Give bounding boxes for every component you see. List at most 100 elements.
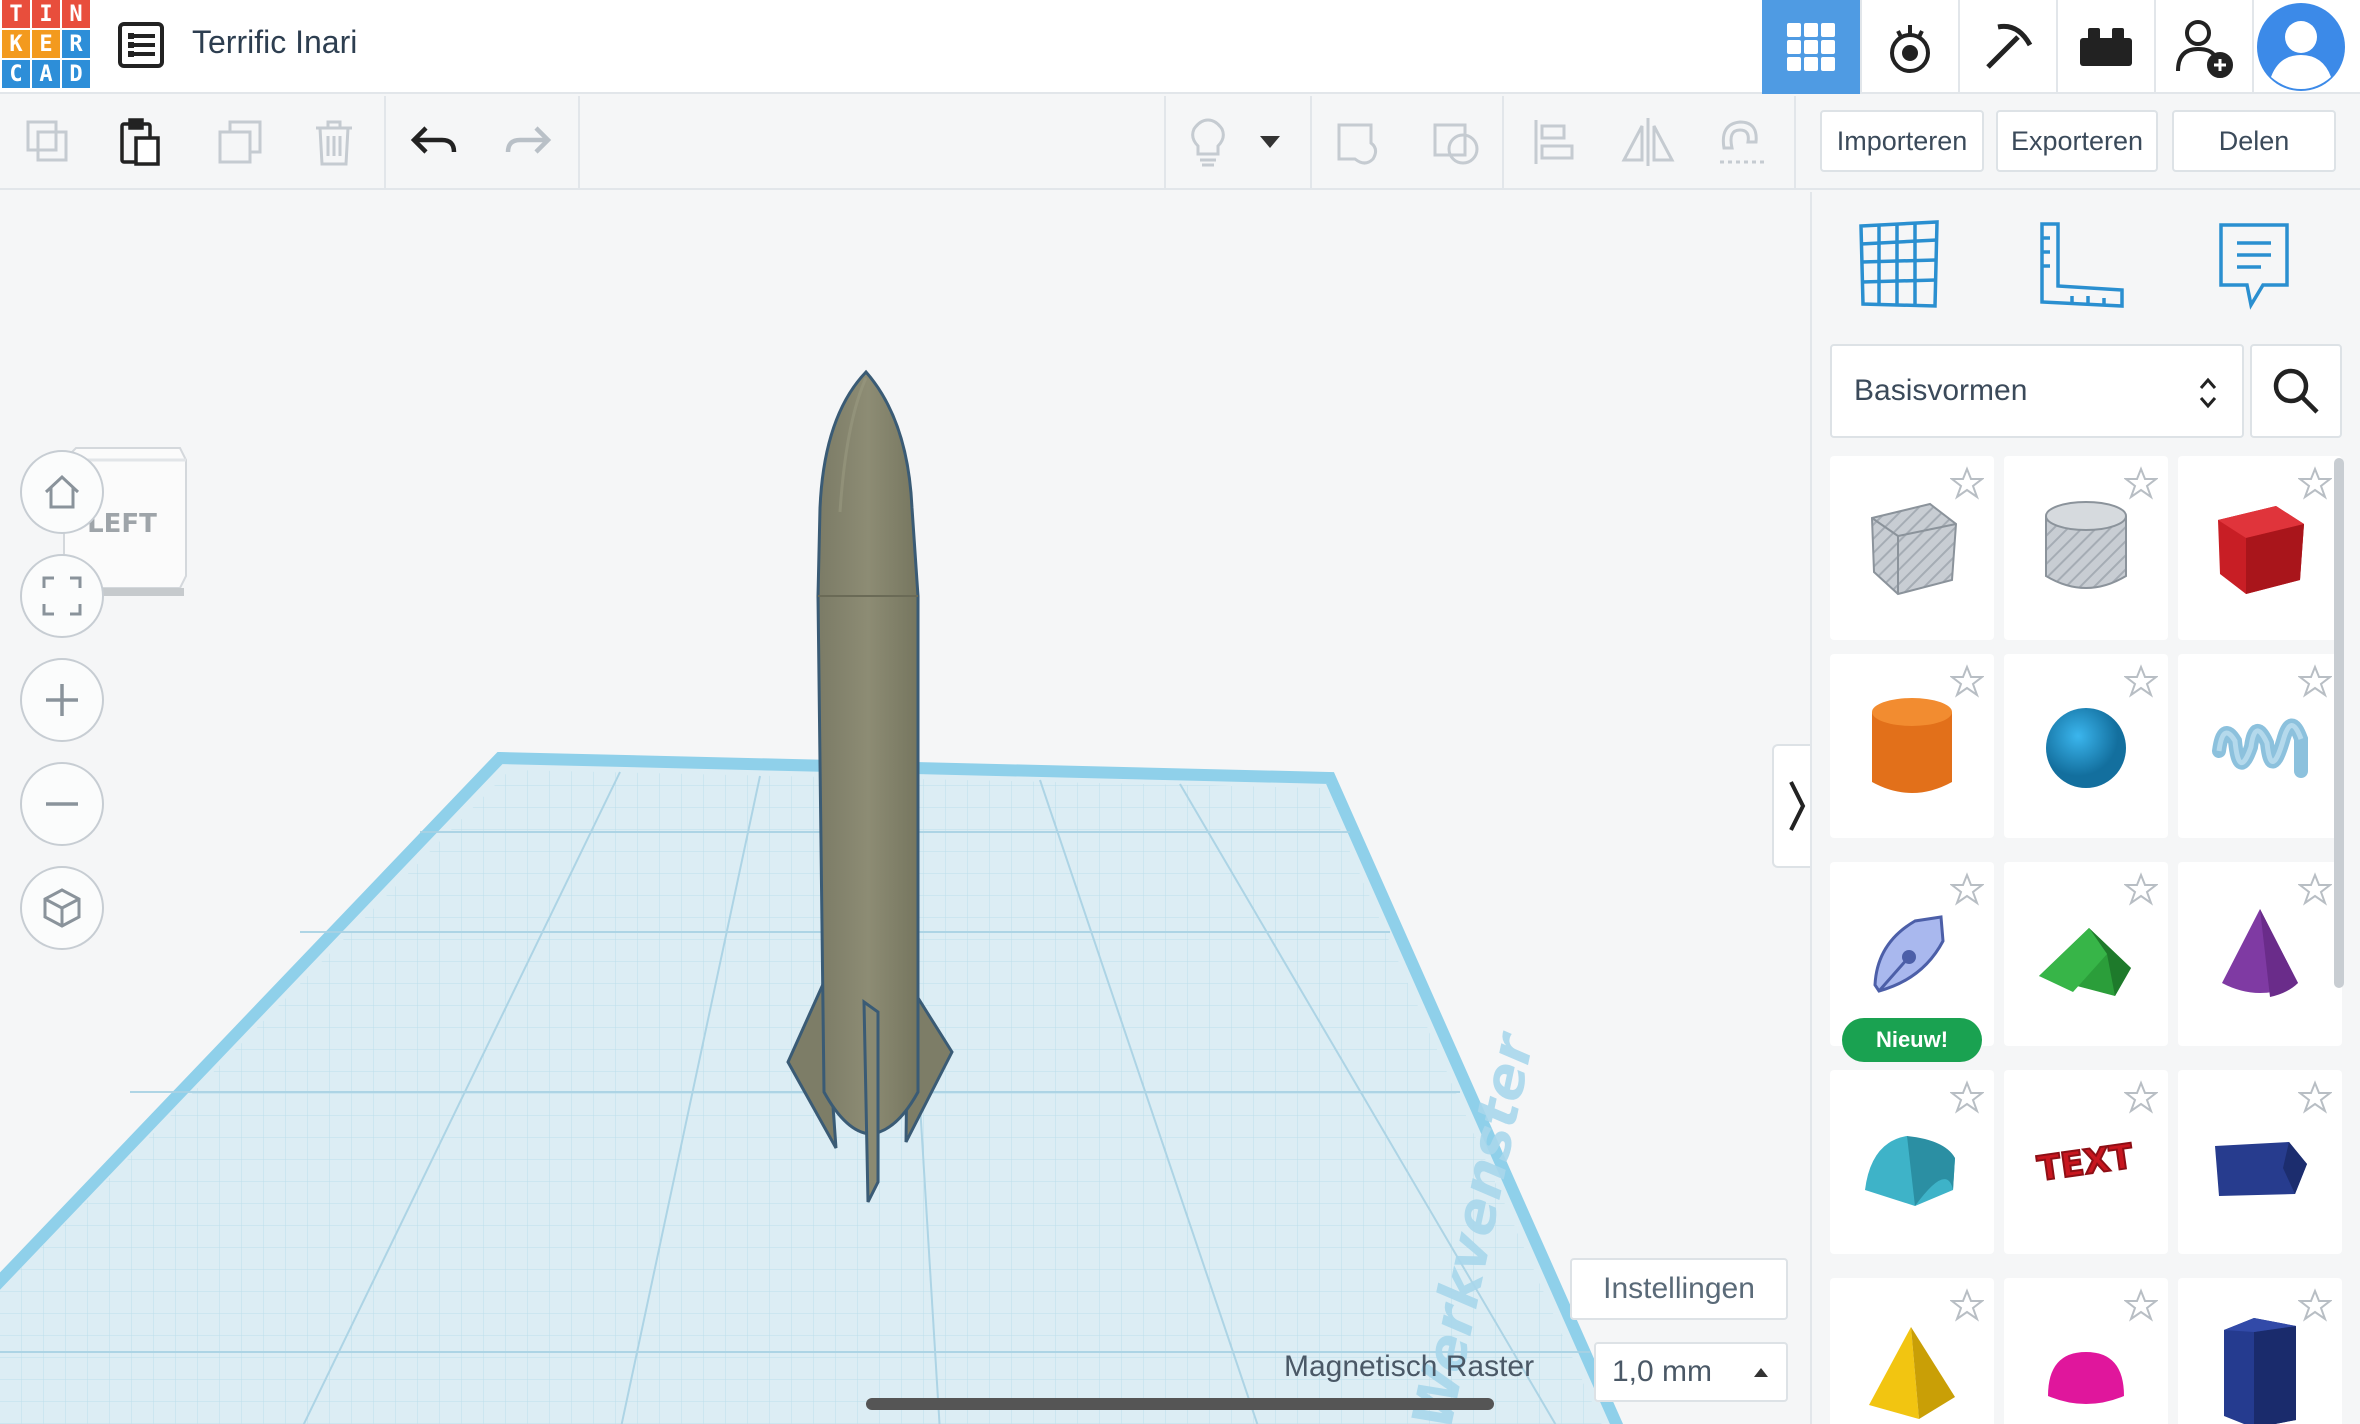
paste-button[interactable] [110, 112, 170, 172]
settings-button[interactable]: Instellingen [1570, 1258, 1788, 1320]
shape-tile-scribble[interactable] [2178, 654, 2342, 838]
shape-tile-text[interactable]: TEXT [2004, 1070, 2168, 1254]
top-bar: TIN KER CAD Terrific Inari [0, 0, 2360, 94]
mirror-button[interactable] [1618, 112, 1678, 172]
snap-grid-select[interactable]: 1,0 mm [1594, 1342, 1788, 1402]
shape-tile-roof[interactable] [2004, 862, 2168, 1046]
search-icon [2273, 368, 2319, 414]
workplane-scene: Werkvenster [0, 369, 1624, 1424]
logo-letter: E [32, 30, 60, 58]
caret-down-icon [1260, 136, 1280, 148]
edit-toolbar: Importeren Exporteren Delen [0, 96, 2360, 190]
show-all-button[interactable] [1178, 112, 1238, 172]
delete-button[interactable] [304, 112, 364, 172]
3d-viewport[interactable]: Werkvenster LEFT Instellingen Magnetisch… [0, 192, 1810, 1424]
trash-icon [316, 120, 352, 166]
group-button[interactable] [1330, 112, 1390, 172]
mirror-icon [1621, 118, 1675, 166]
ungroup-button[interactable] [1426, 112, 1486, 172]
sphere-shape-icon [2046, 708, 2126, 788]
sort-arrows-icon [2199, 377, 2217, 409]
snap-grid-value: 1,0 mm [1612, 1355, 1713, 1388]
paste-icon [120, 118, 160, 166]
logo-letter: C [2, 60, 30, 88]
export-button[interactable]: Exporteren [1996, 110, 2158, 172]
home-icon [44, 474, 80, 509]
logo-letter: I [32, 0, 60, 28]
notes-tool-button[interactable] [2200, 210, 2310, 320]
share-button[interactable]: Delen [2172, 110, 2336, 172]
logo-letter: R [62, 30, 90, 58]
lego-brick-icon [2080, 28, 2132, 66]
sim-lab-icon [1890, 25, 1930, 73]
shape-tile-box[interactable] [2178, 456, 2342, 640]
note-icon [2219, 223, 2289, 310]
shape-tile-shape-generator[interactable]: Nieuw! [1830, 862, 1994, 1062]
lightbulb-icon [1191, 118, 1225, 167]
home-view-button[interactable] [20, 450, 104, 534]
redo-icon [505, 126, 552, 154]
perspective-toggle-button[interactable] [20, 866, 104, 950]
minus-icon [46, 802, 78, 806]
show-all-dropdown[interactable] [1250, 112, 1290, 172]
shape-tile-cone[interactable] [2178, 862, 2342, 1046]
redo-button[interactable] [498, 112, 558, 172]
ruler-tool-button[interactable] [2026, 210, 2136, 320]
shapes-scrollbar[interactable] [2334, 458, 2344, 988]
import-button[interactable]: Importeren [1820, 110, 1984, 172]
undo-button[interactable] [404, 112, 464, 172]
align-icon [1534, 120, 1574, 164]
workplane-tool-button[interactable] [1844, 210, 1954, 320]
shape-tile-wedge[interactable] [2178, 1070, 2342, 1254]
caret-up-icon [1754, 1368, 1768, 1377]
zoom-out-button[interactable] [20, 762, 104, 846]
undo-icon [410, 126, 457, 154]
shape-tile-box-hole[interactable] [1830, 456, 1994, 640]
round-roof-shape-icon [1865, 1136, 1955, 1206]
minecraft-button[interactable] [1958, 0, 2056, 94]
scribble-shape-icon [2212, 718, 2308, 778]
shape-category-select[interactable]: Basisvormen [1830, 344, 2244, 438]
box-hole-shape-icon [1870, 502, 1958, 596]
new-badge: Nieuw! [1842, 1018, 1982, 1062]
text-shape-icon: TEXT [2034, 1135, 2137, 1190]
shape-search-button[interactable] [2250, 344, 2342, 438]
design-list-button[interactable] [118, 22, 164, 68]
pyramid-shape-icon [1869, 1327, 1955, 1419]
cone-shape-icon [2222, 909, 2298, 997]
project-title[interactable]: Terrific Inari [192, 24, 357, 61]
lego-button[interactable] [2056, 0, 2154, 94]
shape-tile-cylinder-hole[interactable] [2004, 456, 2168, 640]
shape-tile-pyramid[interactable] [1830, 1278, 1994, 1424]
cylinder-hole-shape-icon [2045, 501, 2127, 589]
roof-shape-icon [2039, 928, 2131, 996]
zoom-in-button[interactable] [20, 658, 104, 742]
workplane-grid-icon [1859, 220, 1939, 308]
user-avatar-button[interactable] [2252, 0, 2348, 94]
home-indicator [866, 1398, 1494, 1410]
shape-tile-round-roof[interactable] [1830, 1070, 1994, 1254]
user-avatar-icon [2257, 3, 2345, 91]
copy-button[interactable] [18, 112, 78, 172]
group-icon [1337, 123, 1378, 165]
shape-tile-polygon[interactable] [2178, 1278, 2342, 1424]
snap-grid-label: Magnetisch Raster [1284, 1350, 1535, 1383]
fit-view-button[interactable] [20, 554, 104, 638]
duplicate-icon [218, 120, 262, 164]
add-user-icon [2176, 20, 2233, 78]
shape-tile-cylinder[interactable] [1830, 654, 1994, 838]
sim-lab-button[interactable] [1860, 0, 1958, 94]
chevron-right-icon [1789, 781, 1806, 831]
tinkercad-logo[interactable]: TIN KER CAD [2, 0, 92, 90]
3d-design-view-button[interactable] [1762, 0, 1860, 94]
pen-nib-shape-icon [1873, 915, 1945, 993]
duplicate-button[interactable] [210, 112, 270, 172]
logo-letter: T [2, 0, 30, 28]
minecraft-pickaxe-icon [1986, 23, 2033, 69]
shape-tile-sphere[interactable] [2004, 654, 2168, 838]
align-button[interactable] [1524, 112, 1584, 172]
cruise-button[interactable] [1712, 112, 1772, 172]
shape-tile-half-sphere[interactable] [2004, 1278, 2168, 1424]
invite-user-button[interactable] [2154, 0, 2252, 94]
shapes-panel: Basisvormen Nieuw! TEXT [1810, 192, 2360, 1424]
